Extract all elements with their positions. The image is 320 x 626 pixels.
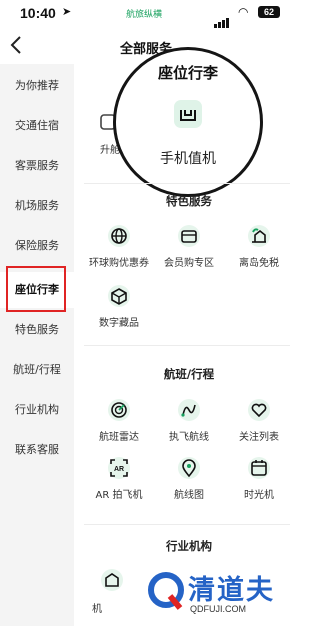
divider [84,345,290,346]
ar-icon: AR [108,457,130,479]
service-label: AR 拍飞机 [95,490,143,501]
location-arrow-icon: ➤ [62,5,72,18]
signal-icon [214,9,230,28]
category-sidebar: 为你推荐 交通住宿 客票服务 机场服务 保险服务 座位行李 特色服务 航班/行程… [0,64,74,626]
service-member-shop[interactable]: 会员购专区 [150,224,228,269]
service-label: 时光机 [244,490,274,501]
sidebar-item-insurance[interactable]: 保险服务 [0,228,74,264]
sidebar-item-recommended[interactable]: 为你推荐 [0,68,74,104]
back-icon[interactable] [8,34,26,56]
service-label: 环球购优惠券 [89,258,149,269]
industry-icon [101,569,123,591]
radar-icon [108,399,130,421]
sidebar-item-contact[interactable]: 联系客服 [0,432,74,468]
service-label: 数字藏品 [99,318,139,329]
wifi-icon: ◠ [238,5,249,19]
island-icon [248,225,270,247]
section-title-special: 特色服务 [166,194,212,208]
service-label: 会员购专区 [164,258,214,269]
service-label: 离岛免税 [239,258,279,269]
magnifier-title: 座位行李 [157,64,218,82]
divider [84,524,290,525]
service-follow-list[interactable]: 关注列表 [220,398,298,443]
watermark-text: 清道夫 [188,575,275,606]
section-title-flight: 航班/行程 [163,367,215,381]
sidebar-item-industry[interactable]: 行业机构 [0,392,74,428]
status-brand: 航旅纵横 [126,10,163,20]
service-digital-collection[interactable]: 数字藏品 [80,284,158,329]
sidebar-item-airport-service[interactable]: 机场服务 [0,188,74,224]
service-flight-radar[interactable]: 航班雷达 [80,398,158,443]
service-route-map[interactable]: 航线图 [150,456,228,501]
service-ar-plane-photo[interactable]: AR AR 拍飞机 [80,456,158,501]
watermark-logo-icon [148,572,184,610]
divider [84,183,290,184]
magnifier-overlay: 座位行李 手机值机 [113,47,263,197]
service-operated-routes[interactable]: 执飞航线 [150,398,228,443]
sidebar-item-special-service[interactable]: 特色服务 [0,312,74,348]
service-label: 航班雷达 [99,432,139,443]
service-global-coupon[interactable]: 环球购优惠券 [80,224,158,269]
store-icon [178,225,200,247]
sidebar-item-transport-hotel[interactable]: 交通住宿 [0,108,74,144]
highlight-annotation [6,266,66,312]
calendar-icon [248,457,270,479]
sidebar-item-ticket-service[interactable]: 客票服务 [0,148,74,184]
battery-indicator: 62 [258,6,280,18]
map-pin-icon [178,457,200,479]
cube-icon [108,285,130,307]
mobile-checkin-label[interactable]: 手机值机 [116,148,260,168]
service-label: 航线图 [174,490,204,501]
service-label: 执飞航线 [169,432,209,443]
watermark: 清道夫 QDFUJI.COM [146,566,296,622]
status-time: 10:40 [20,5,56,21]
route-icon [178,399,200,421]
heart-icon [248,399,270,421]
industry-item-label-partial[interactable]: 机 [92,600,102,615]
checkin-bag-icon[interactable] [172,98,204,130]
svg-text:AR: AR [114,466,124,473]
status-bar: 10:40 ➤ 航旅纵横 ◠ 62 [0,0,300,28]
watermark-url: QDFUJI.COM [190,604,246,614]
service-time-machine[interactable]: 时光机 [220,456,298,501]
service-island-dutyfree[interactable]: 离岛免税 [220,224,298,269]
section-title-industry: 行业机构 [166,539,212,553]
sidebar-item-flight-trip[interactable]: 航班/行程 [0,352,74,388]
globe-icon [108,225,130,247]
service-label: 关注列表 [239,432,279,443]
